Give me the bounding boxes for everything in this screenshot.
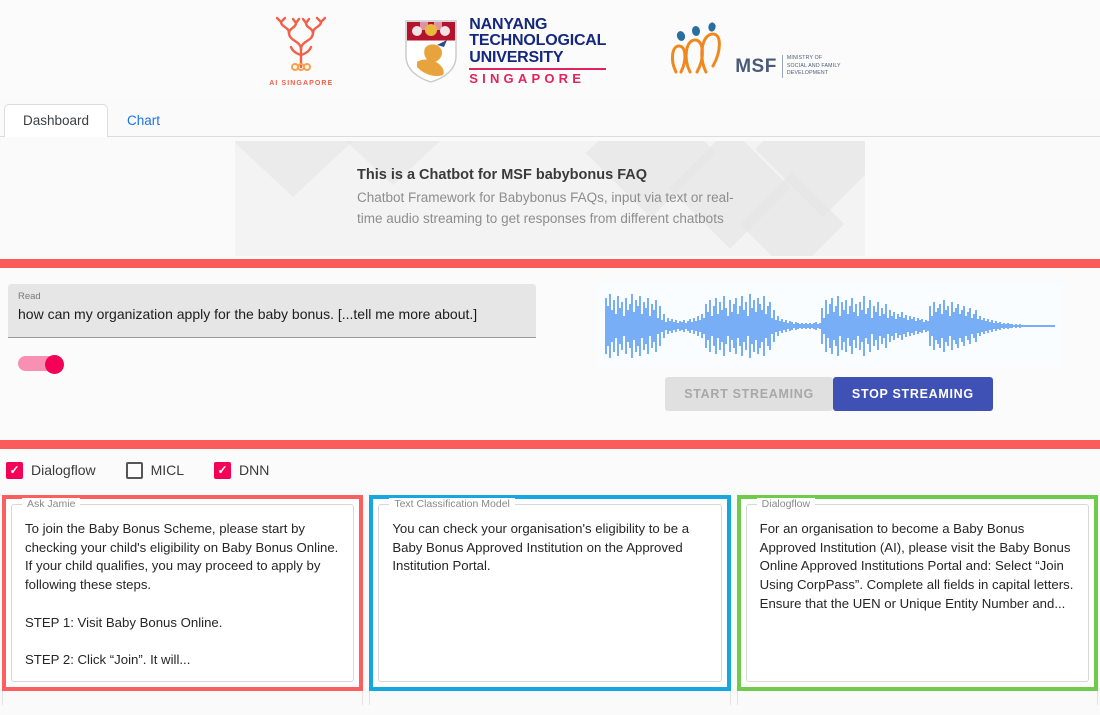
ntu-country: SINGAPORE [469, 67, 607, 85]
result-card-text-classification-legend: Text Classification Model [389, 498, 515, 510]
logo-bar: AI SINGAPORE NANYANG TECHNOLOGICAL UNIVE… [0, 0, 1100, 100]
ntu-crest-icon [405, 20, 457, 83]
result-card-dialogflow-legend: Dialogflow [756, 498, 816, 510]
hero-section: This is a Chatbot for MSF babybonus FAQ … [0, 137, 1100, 259]
msf-subtitle-line-3: DEVELOPMENT [786, 70, 829, 77]
hero-banner: This is a Chatbot for MSF babybonus FAQ … [235, 140, 865, 256]
hero-title: This is a Chatbot for MSF babybonus FAQ [357, 166, 648, 183]
msf-subtitle: MINISTRY OF SOCIAL AND FAMILY DEVELOPMEN… [781, 55, 841, 78]
ai-singapore-logo: AI SINGAPORE [259, 15, 343, 87]
result-card-dialogflow: Dialogflow For an organisation to become… [736, 495, 1098, 691]
divider-red-bottom [0, 440, 1100, 449]
checkbox-micl-label: MICL [150, 462, 185, 478]
ai-singapore-tree-icon [276, 16, 327, 71]
read-input-field[interactable]: Read how can my organization apply for t… [8, 284, 536, 338]
checkbox-micl-icon[interactable] [125, 461, 143, 479]
start-streaming-button[interactable]: START STREAMING [665, 377, 833, 411]
ai-singapore-wordmark: AI SINGAPORE [269, 80, 334, 87]
result-card-text-classification: Text Classification Model You can check … [369, 495, 731, 691]
ntu-line-2: TECHNOLOGICAL [469, 32, 607, 50]
audio-pane: START STREAMING STOP STREAMING [576, 284, 1082, 411]
checkbox-dnn-label: DNN [239, 462, 270, 478]
msf-subtitle-line-1: MINISTRY OF [786, 55, 823, 62]
waveform-icon [604, 293, 1055, 358]
result-card-ask-jamie: Ask Jamie To join the Baby Bonus Scheme,… [2, 495, 364, 691]
toggle-knob[interactable] [45, 355, 64, 374]
ntu-logo: NANYANG TECHNOLOGICAL UNIVERSITY SINGAPO… [403, 15, 607, 85]
ntu-line-1: NANYANG [469, 15, 548, 33]
ntu-wordmark: NANYANG TECHNOLOGICAL UNIVERSITY SINGAPO… [469, 15, 607, 85]
tab-dashboard[interactable]: Dashboard [4, 104, 109, 137]
result-card-text-classification-inner: Text Classification Model You can check … [378, 498, 722, 682]
result-card-ask-jamie-inner: Ask Jamie To join the Baby Bonus Scheme,… [11, 498, 355, 682]
read-mode-toggle[interactable] [18, 355, 64, 374]
overflow-cell-2 [369, 691, 731, 705]
result-card-ask-jamie-text: To join the Baby Bonus Scheme, please st… [25, 521, 339, 668]
streaming-button-row: START STREAMING STOP STREAMING [665, 377, 993, 411]
hero-text-block: This is a Chatbot for MSF babybonus FAQ … [235, 167, 747, 229]
result-card-dialogflow-text: For an organisation to become a Baby Bon… [759, 521, 1074, 611]
checkbox-item-micl[interactable]: MICL [122, 461, 188, 479]
read-input-value[interactable]: how can my organization apply for the ba… [18, 306, 526, 322]
msf-family-icon [671, 22, 722, 74]
results-overflow-strip [0, 691, 1100, 705]
tab-chart[interactable]: Chart [108, 104, 179, 137]
checkbox-item-dialogflow[interactable]: ✓ Dialogflow [2, 461, 100, 479]
hero-subtitle: Chatbot Framework for Babybonus FAQs, in… [357, 189, 734, 226]
result-card-text-classification-text: You can check your organisation's eligib… [392, 521, 690, 574]
tab-bar: Dashboard Chart [0, 100, 1100, 137]
msf-wordmark: MSF MINISTRY OF SOCIAL AND FAMILY DEVELO… [735, 55, 841, 80]
overflow-cell-3 [736, 691, 1098, 705]
text-input-pane: Read how can my organization apply for t… [8, 284, 536, 374]
checkbox-dialogflow-label: Dialogflow [31, 462, 96, 478]
read-input-label: Read [18, 291, 41, 302]
result-card-dialogflow-inner: Dialogflow For an organisation to become… [745, 498, 1089, 682]
msf-subtitle-line-2: SOCIAL AND FAMILY [786, 62, 841, 69]
input-section: Read how can my organization apply for t… [0, 268, 1100, 440]
stop-streaming-button[interactable]: STOP STREAMING [832, 377, 993, 411]
divider-red-top [0, 259, 1100, 268]
msf-acronym: MSF [735, 56, 777, 77]
result-card-ask-jamie-legend: Ask Jamie [22, 498, 81, 510]
checkbox-item-dnn[interactable]: ✓ DNN [210, 461, 273, 479]
audio-waveform [596, 284, 1062, 367]
checkbox-dnn-icon[interactable]: ✓ [214, 461, 232, 479]
msf-logo: MSF MINISTRY OF SOCIAL AND FAMILY DEVELO… [666, 22, 841, 80]
overflow-cell-1 [2, 691, 364, 705]
model-selection-row: ✓ Dialogflow MICL ✓ DNN [0, 449, 1100, 491]
ntu-line-3: UNIVERSITY [469, 48, 564, 66]
checkbox-dialogflow-icon[interactable]: ✓ [6, 461, 23, 479]
results-row: Ask Jamie To join the Baby Bonus Scheme,… [0, 491, 1100, 691]
